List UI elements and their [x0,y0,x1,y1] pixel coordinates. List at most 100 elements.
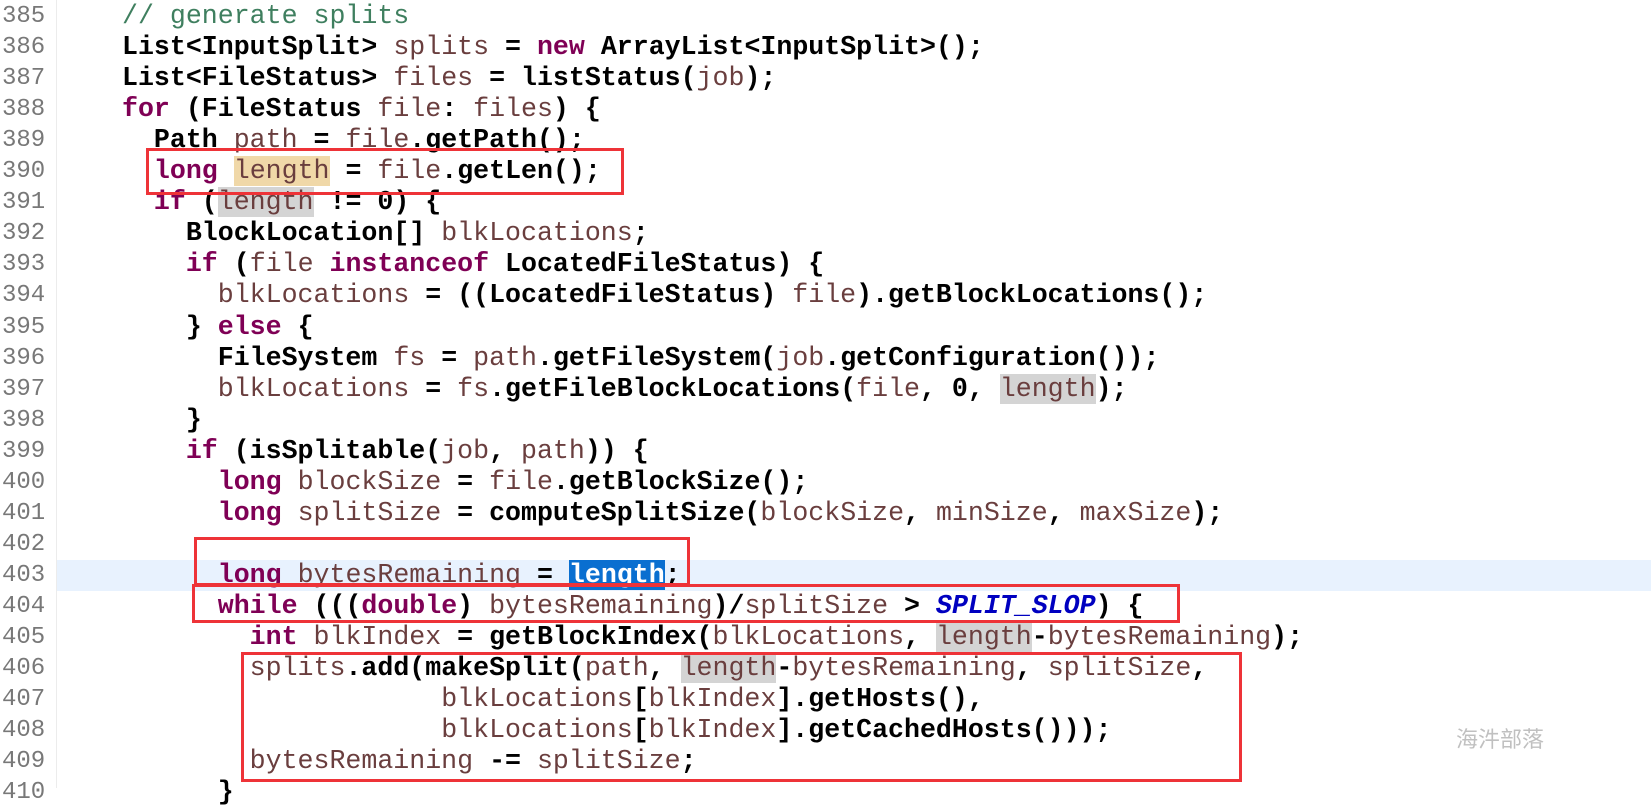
code-token: (FileStatus [169,94,378,125]
code-line[interactable]: 403 long bytesRemaining = length; [2,559,1651,591]
code-line[interactable]: 404 while (((double) bytesRemaining)/spl… [0,591,1651,622]
code-line[interactable]: 410 } [0,777,1651,808]
code-token: .getPath(); [409,125,585,156]
code-line[interactable]: 405 int blkIndex = getBlockIndex(blkLoca… [0,622,1651,653]
code-token: , 0, [920,373,1000,404]
code-line[interactable]: 396 FileSystem fs = path.getFileSystem(j… [0,343,1651,374]
keyword-token: instanceof [329,249,490,280]
code-token: = [409,373,458,404]
line-number: 394 [2,282,46,310]
code-text: while (((double) bytesRemaining)/splitSi… [122,590,1144,622]
variable-token: length [935,622,1032,652]
line-number: 399 [2,437,46,465]
variable-token: path [473,342,537,373]
code-text: } [122,405,202,436]
code-line[interactable]: 386 List<InputSplit> splits = new ArrayLi… [0,32,1651,63]
code-line[interactable]: 402 [0,529,1651,560]
keyword-token: if [185,249,218,280]
code-token: [ [632,684,649,715]
selected-token: length [568,559,665,590]
code-token: ) { [552,94,601,125]
variable-token: splitSize [536,746,681,777]
code-line[interactable]: 392 BlockLocation[] blkLocations; [0,218,1651,249]
line-number: 407 [2,686,46,714]
variable-token: blkLocations [217,373,410,404]
code-editor[interactable]: 385 // generate splits 386 List<InputSplit>… [0,0,1651,807]
constant-token: SPLIT_SLOP [935,590,1096,621]
variable-token: splitSize [1047,653,1192,684]
variable-token: splits [249,653,346,684]
code-text: FileSystem fs = path.getFileSystem(job.g… [122,342,1160,374]
code-token: (isSplitable( [217,435,442,466]
line-number: 410 [2,779,46,807]
code-line[interactable]: 388 for (FileStatus file: files) { [0,94,1651,125]
code-token: } [217,777,234,808]
code-token: - [1031,622,1048,652]
code-text: blkLocations = fs.getFileBlockLocations(… [122,373,1128,405]
code-text: splits.add(makeSplit(path, length-bytesR… [122,653,1207,684]
code-text: long length = file.getLen(); [122,156,601,187]
code-line[interactable]: 407 blkLocations[blkIndex].getHosts(), [0,684,1651,715]
code-token: )) { [584,435,649,466]
code-text: for (FileStatus file: files) { [122,94,601,125]
line-number: 396 [2,344,46,372]
code-line[interactable]: 387 List<FileStatus> files = listStatus(j… [0,63,1651,94]
code-line[interactable]: 397 blkLocations = fs.getFileBlockLocati… [0,373,1651,405]
code-text: } else { [122,312,314,343]
code-token: .getBlockSize(); [552,466,809,497]
code-token: - [776,653,793,684]
code-text: List<FileStatus> files = listStatus(job)… [122,63,776,94]
code-token: BlockLocation[] [185,218,442,249]
variable-token: blkLocations [441,218,633,249]
code-line[interactable]: 395 } else { [0,312,1651,343]
keyword-token: long [217,559,282,590]
code-line[interactable]: 401 long splitSize = computeSplitSize(bl… [0,498,1651,529]
code-line[interactable]: 398 } [0,405,1651,436]
code-line[interactable]: 409 bytesRemaining -= splitSize; [0,746,1651,777]
keyword-token: while [217,590,298,621]
code-token: = listStatus( [473,63,697,94]
code-token: = [297,125,346,156]
variable-token: minSize [935,497,1048,528]
code-text: // generate splits [122,1,409,32]
code-line[interactable]: 394 blkLocations = ((LocatedFileStatus) … [0,280,1651,311]
variable-token: bytesRemaining [792,653,1016,684]
variable-token: file [377,94,442,125]
variable-token: path [521,435,585,466]
variable-token: files [473,94,553,125]
code-token: = [441,466,490,497]
line-number: 385 [2,3,46,30]
code-token: ) [457,590,490,621]
code-line[interactable]: 400 long blockSize = file.getBlockSize()… [0,467,1651,498]
line-number: 408 [2,717,46,745]
keyword-token: long [153,156,218,187]
code-line[interactable]: 390 long length = file.getLen(); [0,156,1651,187]
code-token: ); [1095,373,1128,404]
code-token: ; [664,559,681,590]
code-line[interactable]: 393 if (file instanceof LocatedFileStatu… [0,249,1651,280]
variable-token: bytesRemaining [1047,622,1272,652]
code-token: ); [744,63,777,94]
code-token: = computeSplitSize( [441,497,761,528]
code-token: = [489,32,537,63]
code-line[interactable]: 406 splits.add(makeSplit(path, length-by… [0,653,1651,684]
code-line[interactable]: 399 if (isSplitable(job, path)) { [0,436,1651,467]
line-number: 386 [2,34,46,62]
variable-token: blkLocations [441,684,633,715]
code-token: { [281,311,314,342]
line-number: 401 [2,499,46,527]
code-token: ; [632,218,649,249]
code-token: .add(makeSplit( [345,653,585,684]
code-line[interactable]: 408 blkLocations[blkIndex].getCachedHost… [0,715,1651,746]
code-line[interactable]: 391 if (length != 0) { [0,187,1651,218]
code-line[interactable]: 385 // generate splits [0,1,1651,32]
code-token: .getLen(); [441,156,601,187]
code-line[interactable]: 389 Path path = file.getPath(); [0,125,1651,156]
variable-token: blkIndex [648,684,777,715]
